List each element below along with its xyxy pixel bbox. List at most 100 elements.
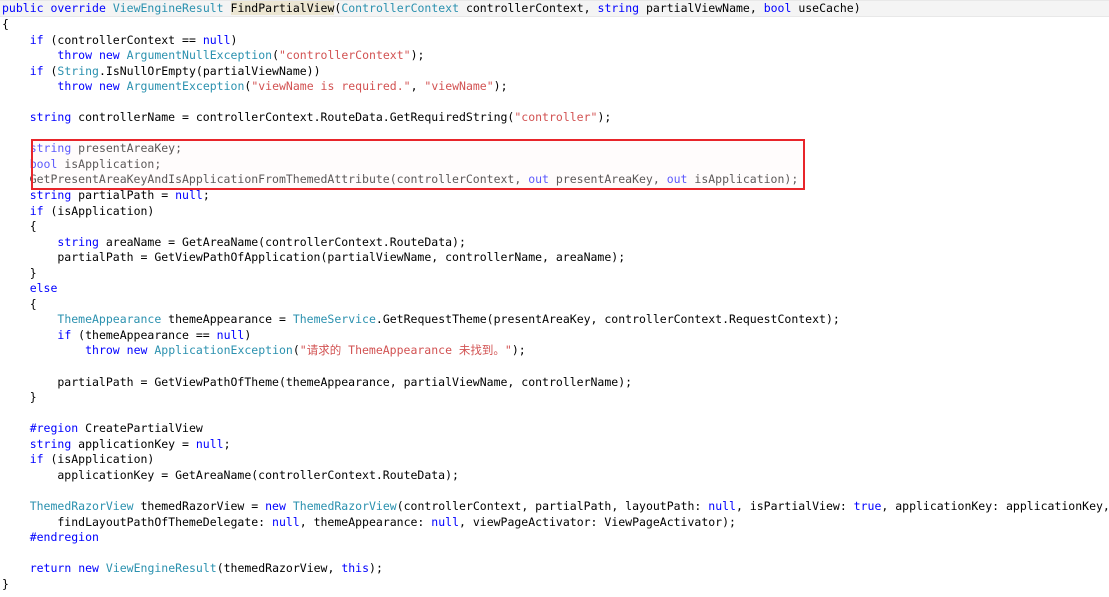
code-token-kw: if [29,452,44,467]
code-token-kw: if [29,63,44,78]
code-line[interactable]: #region CreatePartialView [0,421,1109,437]
code-token-plain: applicationKey = [71,436,196,451]
code-line[interactable]: string areaName = GetAreaName(controller… [0,235,1109,251]
code-line[interactable]: throw new ArgumentException("viewName is… [0,79,1109,95]
code-token-plain: } [2,390,37,405]
code-token-hl: FindPartialView [230,1,335,15]
code-line[interactable]: } [0,390,1109,406]
code-line[interactable]: } [0,266,1109,282]
code-line[interactable]: bool isApplication; [0,157,1109,173]
code-line[interactable] [0,483,1109,499]
code-token-kw: null [202,32,231,47]
code-token-str: "controllerContext" [279,48,411,63]
code-line[interactable]: string applicationKey = null; [0,437,1109,453]
code-token-plain: presentAreaKey; [71,141,183,156]
code-token-kw: if [57,327,72,342]
code-line[interactable]: if (String.IsNullOrEmpty(partialViewName… [0,64,1109,80]
code-token-type: ViewEngineResult [112,1,224,15]
code-token-kw: out [666,172,688,187]
code-line[interactable]: return new ViewEngineResult(themedRazorV… [0,561,1109,577]
code-token-plain: areaName = GetAreaName(controllerContext… [98,234,466,249]
code-line[interactable]: #endregion [0,530,1109,546]
code-token-plain: isApplication; [57,156,162,171]
code-token-kw: string [29,141,72,156]
code-line[interactable]: { [0,297,1109,313]
code-token-plain: (isApplication) [43,452,155,467]
code-line[interactable]: ThemedRazorView themedRazorView = new Th… [0,499,1109,515]
code-line[interactable]: partialPath = GetViewPathOfApplication(p… [0,250,1109,266]
code-line[interactable]: { [0,17,1109,33]
code-line[interactable]: if (isApplication) [0,204,1109,220]
code-token-plain: .GetRequestTheme(presentAreaKey, control… [375,312,840,327]
code-token-kw: this [341,561,370,576]
code-line[interactable]: if (themeAppearance == null) [0,328,1109,344]
code-line[interactable]: string partialPath = null; [0,188,1109,204]
code-token-plain: ); [597,110,612,125]
code-token-plain: ) [230,32,238,47]
code-line[interactable]: if (isApplication) [0,452,1109,468]
code-line[interactable]: string controllerName = controllerContex… [0,110,1109,126]
code-token-plain: , isPartialView: [735,498,854,513]
code-token-plain: .IsNullOrEmpty(partialViewName)) [98,63,321,78]
code-token-plain: useCache) [791,1,861,15]
code-token-pp: #endregion [29,530,99,545]
code-token-plain: (themedRazorView, [216,561,342,576]
code-token-type: ViewEngineResult [105,561,217,576]
code-line[interactable] [0,95,1109,111]
code-line[interactable]: if (controllerContext == null) [0,33,1109,49]
code-line[interactable] [0,406,1109,422]
code-token-str: "viewName" [424,79,494,94]
code-token-plain: ; [202,188,210,203]
code-line[interactable]: { [0,219,1109,235]
code-token-plain: isApplication); [687,172,799,187]
code-line[interactable]: ThemeAppearance themeAppearance = ThemeS… [0,312,1109,328]
code-token-plain: ( [292,343,300,358]
code-token-type: ArgumentNullException [126,48,273,63]
code-line[interactable]: partialPath = GetViewPathOfTheme(themeAp… [0,375,1109,391]
code-token-str: "请求的 ThemeAppearance 未找到。" [299,343,512,358]
code-line[interactable]: applicationKey = GetAreaName(controllerC… [0,468,1109,484]
code-editor[interactable]: public override ViewEngineResult FindPar… [0,0,1109,597]
code-token-kw: return [29,561,72,576]
code-line[interactable] [0,546,1109,562]
code-token-kw: throw [57,79,93,94]
code-line[interactable]: GetPresentAreaKeyAndIsApplicationFromThe… [0,172,1109,188]
code-token-plain: (isApplication) [43,203,155,218]
code-token-plain: partialViewName, [639,1,764,15]
code-token-kw: null [216,327,245,342]
code-token-type: ThemeAppearance [57,312,162,327]
code-token-plain: { [2,17,9,31]
code-token-kw: new [98,48,120,63]
code-line[interactable]: public override ViewEngineResult FindPar… [0,0,1109,17]
code-token-plain: ); [410,48,425,63]
code-token-plain: (themeAppearance == [71,327,217,342]
code-line[interactable]: throw new ArgumentNullException("control… [0,48,1109,64]
code-token-kw: new [265,498,286,513]
code-token-kw: string [29,188,72,203]
code-line[interactable] [0,359,1109,375]
code-token-plain: , applicationKey: applicationKey, [881,498,1109,513]
code-line[interactable]: string presentAreaKey; [0,141,1109,157]
code-line[interactable]: findLayoutPathOfThemeDelegate: null, the… [0,515,1109,531]
code-line[interactable]: else [0,281,1109,297]
code-line[interactable]: } [0,577,1109,593]
code-token-plain: ); [511,343,526,358]
code-line[interactable] [0,126,1109,142]
code-line[interactable]: throw new ApplicationException("请求的 Them… [0,343,1109,359]
code-content[interactable]: public override ViewEngineResult FindPar… [0,0,1109,592]
code-token-plain: ; [223,436,231,451]
